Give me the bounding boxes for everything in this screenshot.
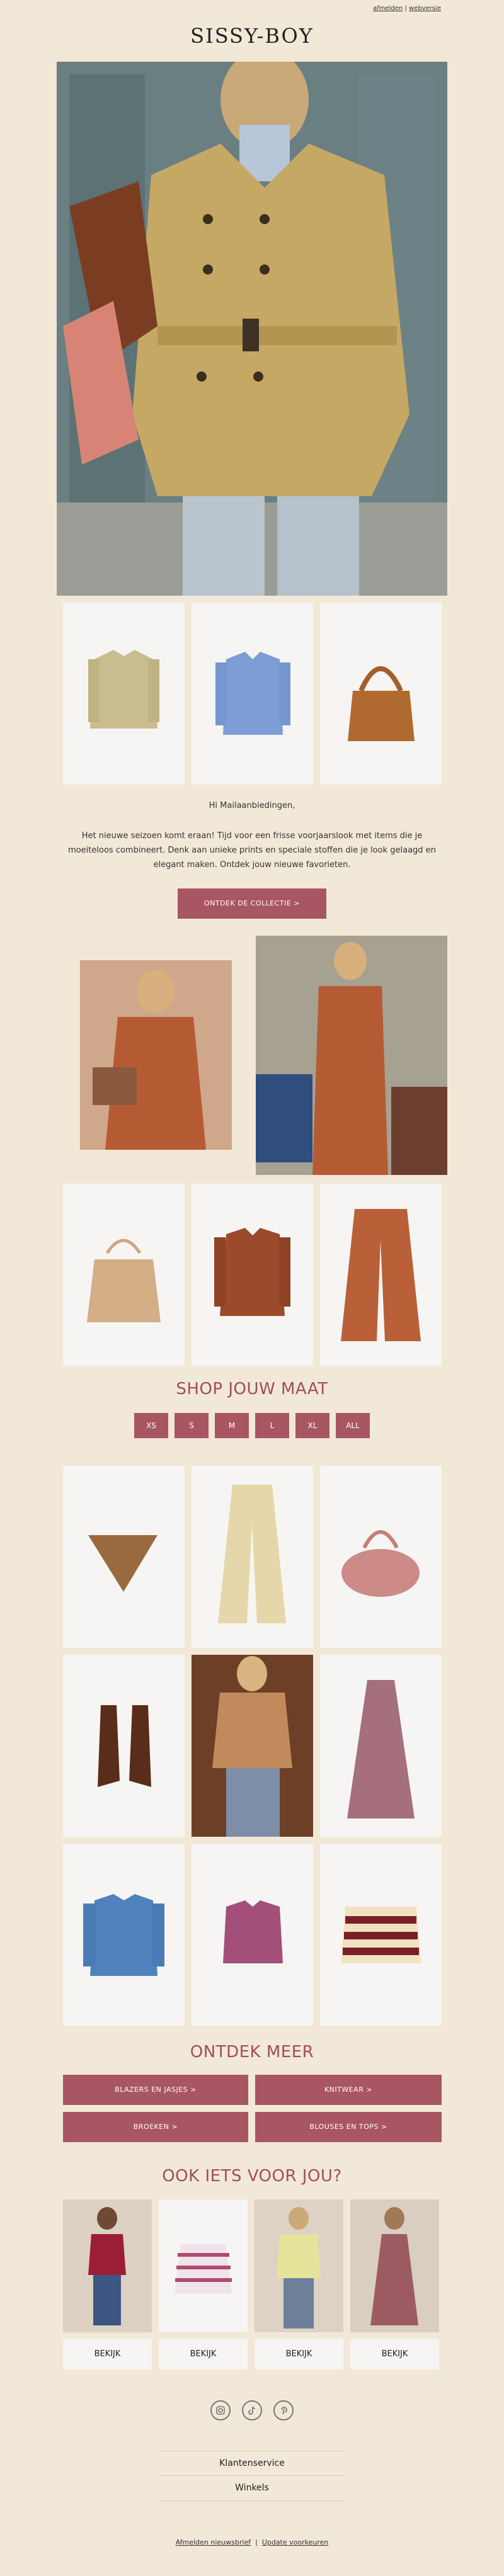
separator: | — [404, 5, 407, 12]
floral-dress-image — [347, 1680, 415, 1819]
size-button-xs[interactable]: XS — [134, 1413, 168, 1438]
product-card-scarf[interactable] — [63, 1466, 185, 1648]
pinterest-glyph — [281, 2407, 287, 2415]
lifestyle-right-image — [256, 936, 447, 1175]
intro-body: Het nieuwe seizoen komt eraan! Tijd voor… — [68, 831, 436, 870]
boots-image — [98, 1705, 151, 1787]
lifestyle-photo-right[interactable] — [256, 936, 447, 1175]
instagram-icon[interactable] — [210, 2400, 231, 2420]
denim-jacket-image — [83, 1894, 164, 1976]
pink-blouse-image — [223, 1900, 283, 1963]
instagram-glyph — [216, 2406, 225, 2415]
product-card-cream-trousers[interactable] — [192, 1466, 313, 1648]
recommend-4-button[interactable]: BEKIJK — [350, 2339, 439, 2369]
cream-trousers-image — [218, 1485, 286, 1623]
recommend-1-button[interactable]: BEKIJK — [63, 2339, 152, 2369]
size-button-xl[interactable]: XL — [295, 1413, 329, 1438]
update-preferences-link[interactable]: Update voorkeuren — [262, 2538, 329, 2546]
customer-service-link[interactable]: Klantenservice — [0, 2458, 504, 2468]
product-card-striped-polo[interactable] — [320, 1844, 442, 2026]
recommend-title: OOK IETS VOOR JOU? — [162, 2167, 342, 2186]
discover-more-title: ONTDEK MEER — [190, 2043, 314, 2062]
recommend-4-image — [370, 2207, 418, 2325]
bottom-links: Afmelden nieuwsbrief | Update voorkeuren — [175, 2538, 329, 2546]
recommend-3-image — [277, 2207, 321, 2329]
blouses-button[interactable]: BLOUSES EN TOPS > — [255, 2112, 442, 2142]
product-card-tote-bag[interactable] — [63, 1184, 185, 1366]
product-card-boots[interactable] — [63, 1655, 185, 1837]
size-button-m[interactable]: M — [215, 1413, 249, 1438]
jacket-image — [88, 650, 159, 729]
knitwear-button[interactable]: KNITWEAR > — [255, 2075, 442, 2105]
greeting: Hi Mailaanbiedingen, — [209, 801, 295, 810]
shirt-image — [215, 652, 290, 735]
tote-bag-image — [87, 1239, 161, 1322]
header-links: afmelden | webversie — [373, 5, 441, 12]
outfit-photo-image — [192, 1655, 313, 1837]
size-button-s[interactable]: S — [175, 1413, 209, 1438]
scarf-image — [88, 1535, 158, 1592]
bag-image — [348, 666, 415, 741]
product-card-denim-jacket[interactable] — [63, 1844, 185, 2026]
size-button-l[interactable]: L — [255, 1413, 289, 1438]
footer-divider-3 — [160, 2500, 344, 2501]
recommend-card-3[interactable] — [255, 2199, 343, 2332]
tiktok-glyph — [248, 2406, 256, 2415]
hero-image[interactable] — [57, 62, 447, 596]
product-card-pink-blouse[interactable] — [192, 1844, 313, 2026]
printed-trousers-image — [341, 1209, 421, 1341]
lifestyle-left-image — [80, 960, 232, 1150]
recommend-3-button[interactable]: BEKIJK — [255, 2339, 343, 2369]
printed-blouse-image — [214, 1228, 290, 1316]
product-card-bag[interactable] — [320, 603, 442, 785]
webversion-link[interactable]: webversie — [409, 5, 441, 12]
recommend-1-image — [88, 2207, 126, 2325]
discover-collection-button[interactable]: ONTDEK DE COLLECTIE > — [178, 888, 326, 919]
recommend-card-1[interactable] — [63, 2199, 152, 2332]
blazers-button[interactable]: BLAZERS EN JASJES > — [63, 2075, 248, 2105]
unsubscribe-link[interactable]: afmelden — [373, 5, 403, 12]
unsubscribe-newsletter-link[interactable]: Afmelden nieuwsbrief — [176, 2538, 251, 2546]
tiktok-icon[interactable] — [242, 2400, 262, 2420]
product-card-printed-blouse[interactable] — [192, 1184, 313, 1366]
product-card-printed-trousers[interactable] — [320, 1184, 442, 1366]
recommend-card-4[interactable] — [350, 2199, 439, 2332]
hero-illustration — [57, 62, 447, 596]
stores-link[interactable]: Winkels — [0, 2483, 504, 2493]
product-card-shirt[interactable] — [192, 603, 313, 785]
recommend-2-image — [175, 2244, 232, 2294]
product-card-jacket[interactable] — [63, 603, 185, 785]
product-card-quilted-bag[interactable] — [320, 1466, 442, 1648]
product-card-floral-dress[interactable] — [320, 1655, 442, 1837]
recommend-card-2[interactable] — [159, 2199, 248, 2332]
quilted-bag-image — [341, 1530, 420, 1597]
lifestyle-photo-left[interactable] — [80, 960, 232, 1150]
product-card-outfit-photo[interactable] — [192, 1655, 313, 1837]
logo[interactable]: SISSY-BOY — [0, 24, 504, 48]
striped-polo-image — [341, 1907, 421, 1963]
trousers-button[interactable]: BROEKEN > — [63, 2112, 248, 2142]
recommend-2-button[interactable]: BEKIJK — [159, 2339, 248, 2369]
footer-divider-2 — [160, 2475, 344, 2476]
size-button-all[interactable]: ALL — [336, 1413, 370, 1438]
pinterest-icon[interactable] — [273, 2400, 294, 2420]
shop-size-title: SHOP JOUW MAAT — [176, 1380, 328, 1399]
